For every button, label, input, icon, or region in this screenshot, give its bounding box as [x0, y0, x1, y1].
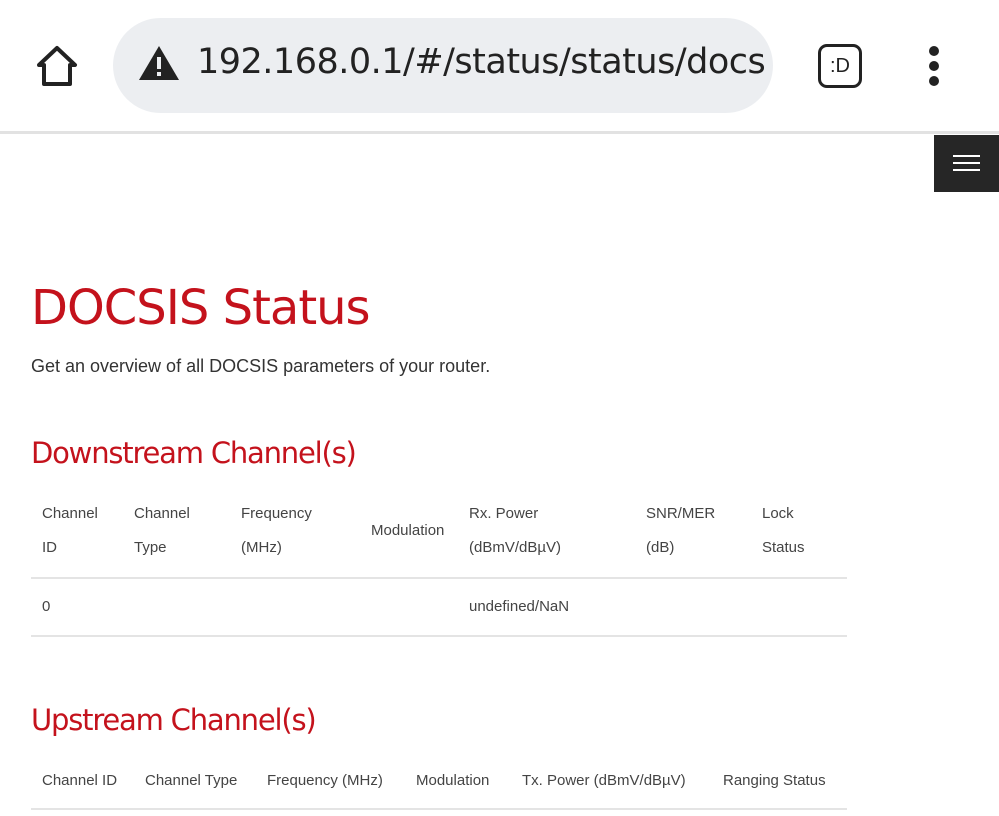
home-icon[interactable] — [35, 44, 79, 88]
header-ranging-status: Ranging Status — [723, 772, 826, 789]
divider — [31, 808, 847, 810]
header-tx-power: Tx. Power (dBmV/dBµV) — [522, 772, 686, 789]
header-rx-power: Rx. Power (dBmV/dBµV) — [469, 505, 561, 556]
header-frequency: Frequency (MHz) — [241, 505, 312, 556]
header-channel-id: Channel ID — [42, 505, 98, 556]
address-bar[interactable]: 192.168.0.1/#/status/status/docsis — [113, 18, 773, 113]
header-modulation: Modulation — [371, 522, 445, 539]
divider — [31, 635, 847, 637]
divider — [31, 577, 847, 579]
header-frequency: Frequency (MHz) — [267, 772, 383, 789]
upstream-title: Upstream Channel(s) — [31, 703, 317, 737]
warning-icon[interactable] — [137, 44, 181, 82]
tab-count-label: :D — [830, 54, 850, 77]
browser-toolbar: 192.168.0.1/#/status/status/docsis :D — [0, 0, 999, 134]
header-channel-type: Channel Type — [145, 772, 238, 789]
hamburger-menu-button[interactable] — [934, 135, 999, 192]
emoji-tab-icon[interactable]: :D — [818, 44, 862, 88]
page-subtitle: Get an overview of all DOCSIS parameters… — [31, 356, 491, 376]
page-title: DOCSIS Status — [31, 280, 371, 336]
cell-rx-power: undefined/NaN — [469, 598, 570, 615]
hamburger-icon — [953, 155, 980, 171]
header-modulation: Modulation — [416, 772, 490, 789]
header-lock-status: Lock Status — [762, 505, 805, 556]
kebab-menu-icon[interactable] — [926, 45, 942, 87]
header-channel-type: Channel Type — [134, 505, 190, 556]
header-snr-mer: SNR/MER (dB) — [646, 505, 716, 556]
downstream-title: Downstream Channel(s) — [31, 436, 357, 470]
cell-channel-id: 0 — [42, 598, 51, 615]
url-text[interactable]: 192.168.0.1/#/status/status/docsis — [197, 42, 767, 82]
header-channel-id: Channel ID — [42, 772, 118, 789]
